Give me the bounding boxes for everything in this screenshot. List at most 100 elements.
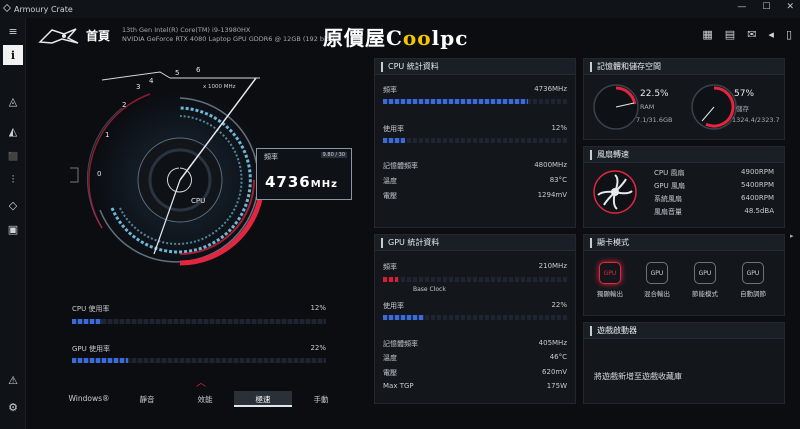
cpu-stats-panel: CPU 統計資料 頻率 4736MHz 使用率 12% 記憶體頻率 4800MHz 溫… (374, 58, 576, 228)
scenario-icon[interactable]: ⬛ (3, 146, 23, 166)
gpu-chip-icon: GPU (646, 262, 668, 284)
gpu-chip-icon: GPU (599, 262, 621, 284)
gpu-usage-stat-row: 使用率 22% (383, 301, 567, 310)
settings-icon[interactable]: ⚙ (3, 397, 23, 417)
aura-icon[interactable]: ◭ (3, 121, 23, 141)
cpu-usage-bar (72, 319, 102, 324)
freq-value: 4736MHz (265, 173, 338, 191)
device-phone-icon[interactable]: ▯ (786, 28, 792, 41)
cpu-fan-row: CPU 風扇 4900RPM (654, 168, 774, 177)
gauge-center-label: CPU (191, 197, 206, 205)
memory-panel-header: 記憶體和儲存空間 (584, 59, 784, 75)
ram-dial (593, 84, 639, 130)
card-icon[interactable]: ▣ (3, 219, 23, 239)
mode-turbo[interactable]: 極速 (234, 391, 292, 407)
grid-icon[interactable]: ▤ (725, 28, 735, 41)
gpu-mem-freq-row: 記憶體頻率 405MHz (383, 339, 567, 348)
cpu-freq-bar (383, 99, 528, 104)
frequency-readout: 頻率 9.80 / 30 4736MHz (256, 148, 352, 200)
launcher-header: 遊戲啟動器 (584, 323, 784, 339)
fan-icon (593, 170, 637, 214)
memory-storage-panel: 記憶體和儲存空間 22.5% RAM 7.1/31.6GB 57% 儲存 132… (583, 58, 785, 140)
gauge-tick: 2 (122, 101, 127, 109)
tag-icon[interactable]: ◇ (3, 195, 23, 215)
cpu-freq-row: 頻率 4736MHz (383, 85, 567, 94)
gpu-mode-optimized[interactable]: GPU 自動調節 (733, 262, 773, 298)
gauge-scale-label: x 1000 MHz (203, 84, 236, 90)
fan-panel-header: 風扇轉速 (584, 147, 784, 163)
gpu-mode-ultimate[interactable]: GPU 獨顯輸出 (590, 262, 630, 298)
ram-detail: 7.1/31.6GB (636, 116, 673, 124)
page-title: 首頁 (86, 29, 111, 43)
gpu-volt-row: 電壓 620mV (383, 368, 567, 377)
layout-icon[interactable]: ▦ (702, 28, 712, 41)
gpu-temp-row: 溫度 46°C (383, 353, 567, 362)
gpu-usage-row: GPU 使用率 22% (72, 344, 326, 353)
gauge-tick: 0 (97, 170, 102, 178)
fan-speed-panel: 風扇轉速 CPU 風扇 4900RPM GPU 風扇 5400RPM 系統風扇 640… (583, 146, 785, 228)
scroll-right-icon[interactable]: ▸ (790, 232, 794, 240)
watermark-brand-accent: oo (402, 26, 432, 50)
cpu-temp-row: 溫度 83°C (383, 176, 567, 185)
close-button[interactable]: ✕ (786, 2, 794, 12)
system-fan-row: 系統風扇 6400RPM (654, 194, 774, 203)
gpu-freq-bar (383, 277, 398, 282)
gauge-tick: 4 (149, 77, 154, 85)
storage-label: 儲存 (736, 105, 749, 113)
base-clock-label: Base Clock (413, 286, 446, 293)
gpu-fan-row: GPU 風扇 5400RPM (654, 181, 774, 190)
freq-tag: 9.80 / 30 (320, 152, 347, 158)
watermark-brand-a: C (386, 26, 403, 50)
user-icon[interactable]: ⚠ (3, 370, 23, 390)
gpu-freq-track (383, 277, 567, 282)
gpu-mode-header: 顯卡模式 (584, 235, 784, 251)
watermark-text: 原價屋 (323, 26, 386, 50)
cpu-spec: 13th Gen Intel(R) Core(TM) i9-13980HX (122, 26, 251, 34)
mode-windows[interactable]: Windows® (60, 391, 118, 407)
rog-logo-icon (38, 28, 79, 44)
home-icon[interactable]: i (3, 45, 23, 65)
ram-label: RAM (640, 103, 655, 111)
announcement-icon[interactable]: ◂ (768, 28, 774, 41)
ram-pct: 22.5% (640, 89, 669, 99)
gauge-tick: 1 (105, 131, 110, 139)
gpu-mode-standard[interactable]: GPU 混合輸出 (637, 262, 677, 298)
gpu-stats-panel: GPU 統計資料 頻率 210MHz Base Clock 使用率 22% 記憶體頻… (374, 234, 576, 404)
mode-silent[interactable]: 靜音 (118, 391, 176, 407)
gpu-panel-header: GPU 統計資料 (375, 235, 575, 251)
chevron-up-icon: ︿ (196, 378, 206, 389)
cpu-usage-stat-track (383, 138, 567, 143)
storage-pct: 57% (734, 89, 755, 99)
gpu-freq-row: 頻率 210MHz (383, 262, 567, 271)
cpu-volt-row: 電壓 1294mV (383, 191, 567, 200)
maximize-button[interactable]: ☐ (762, 2, 770, 12)
launcher-message[interactable]: 將遊戲新增至遊戲收藏庫 (594, 371, 682, 382)
gpu-mode-eco[interactable]: GPU 節能模式 (685, 262, 725, 298)
gpu-spec: NVIDIA GeForce RTX 4080 Laptop GPU GDDR6… (122, 35, 335, 43)
operating-mode-selector: Windows® 靜音 效能 極速 手動 (60, 391, 350, 407)
sliders-icon[interactable]: ⫶ (3, 170, 23, 190)
cpu-mem-freq-row: 記憶體頻率 4800MHz (383, 161, 567, 170)
gpu-chip-icon: GPU (742, 262, 764, 284)
news-icon[interactable]: ✉ (747, 28, 756, 41)
gauge-tick: 6 (196, 66, 201, 74)
menu-icon[interactable]: ≡ (3, 21, 23, 41)
title-bar: Armoury Crate — ☐ ✕ (0, 0, 800, 18)
freq-label: 頻率 (264, 153, 278, 161)
cpu-usage-stat-bar (383, 138, 405, 143)
cpu-usage-row: CPU 使用率 12% (72, 304, 326, 313)
gpu-chip-icon: GPU (694, 262, 716, 284)
watermark-brand-b: lpc (431, 26, 469, 50)
sidebar: ≡ i ◬ ◭ ⬛ ⫶ ◇ ▣ ⚠ ⚙ (0, 18, 26, 429)
mode-manual[interactable]: 手動 (292, 391, 350, 407)
header: 首頁 13th Gen Intel(R) Core(TM) i9-13980HX… (26, 18, 800, 52)
window-title: Armoury Crate (14, 4, 73, 14)
device-icon[interactable]: ◬ (3, 91, 23, 111)
gauge-tick: 3 (136, 83, 141, 91)
game-launcher-panel: 遊戲啟動器 將遊戲新增至遊戲收藏庫 (583, 322, 785, 404)
fan-noise-row: 風扇音量 48.5dBA (654, 207, 774, 216)
storage-detail: 1324.4/2323.7 (732, 116, 780, 124)
mode-performance[interactable]: 效能 (176, 391, 234, 407)
minimize-button[interactable]: — (737, 2, 746, 12)
gpu-usage-stat-bar (383, 315, 424, 320)
